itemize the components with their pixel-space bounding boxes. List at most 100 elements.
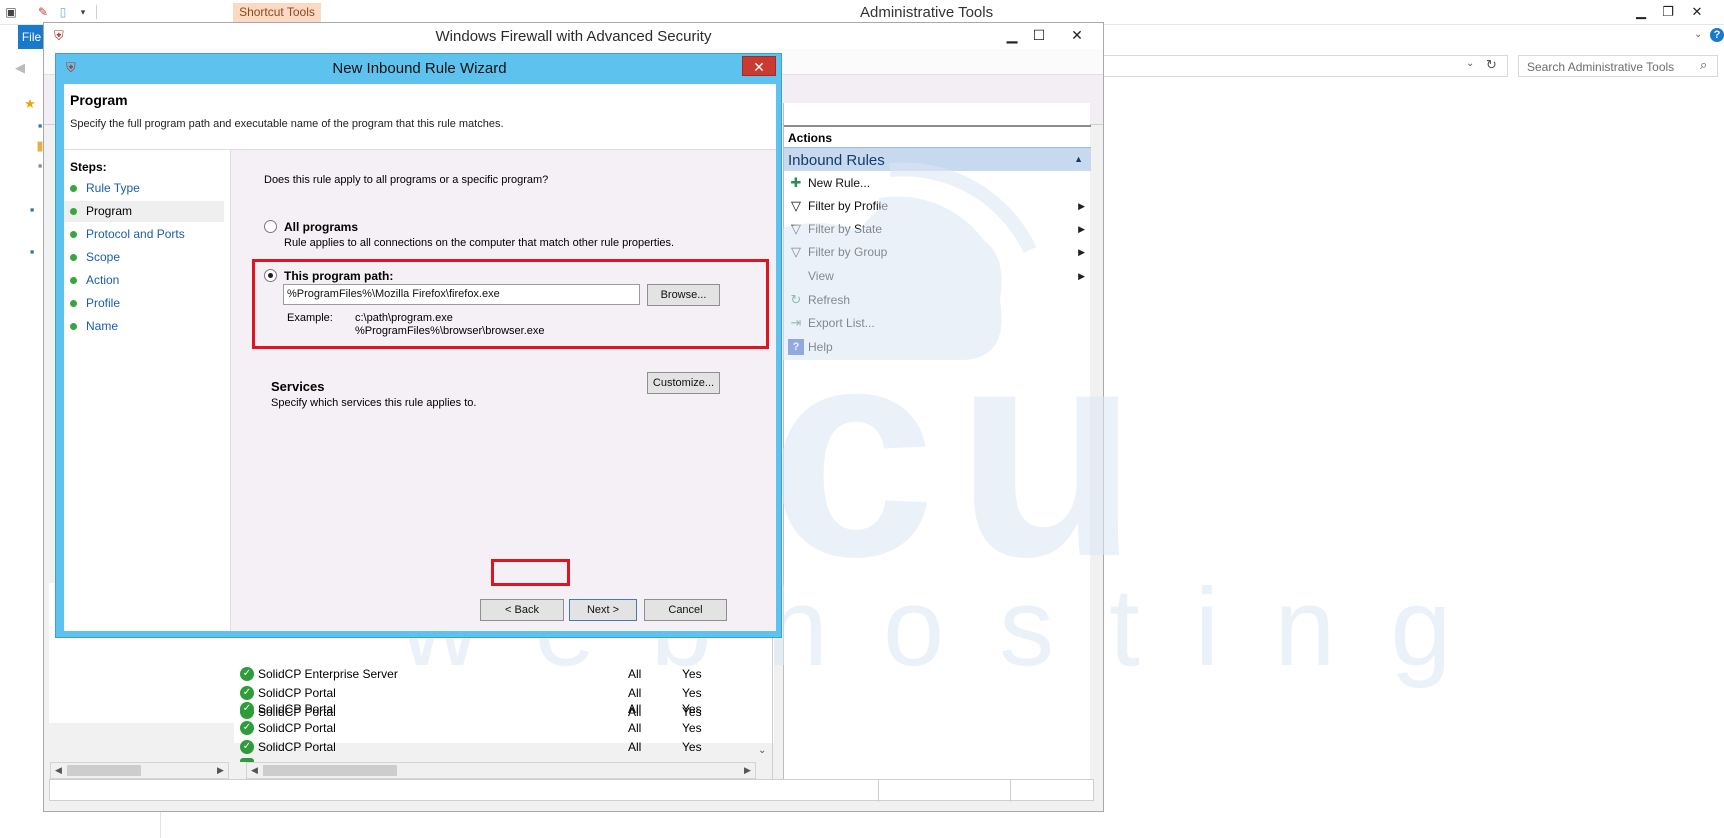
next-button-highlight <box>491 559 570 586</box>
steps-label: Steps: <box>70 160 107 174</box>
step-dot-icon <box>70 208 77 215</box>
cancel-button[interactable]: Cancel <box>644 599 727 621</box>
firewall-minimize-button[interactable]: ▁ <box>999 25 1025 45</box>
help-icon: ? <box>788 339 804 355</box>
program-path-label: This program path: <box>284 269 394 283</box>
scroll-right-icon[interactable]: ▶ <box>740 763 755 778</box>
minimize-button[interactable]: ▁ <box>1628 2 1654 22</box>
enabled-check-icon: ✓ <box>240 740 254 754</box>
firewall-maximize-button[interactable]: ☐ <box>1026 25 1052 45</box>
rule-name: SolidCP Enterprise Server <box>258 667 398 681</box>
new-rule-icon: ✚ <box>790 175 802 190</box>
enabled-check-icon: ✓ <box>240 702 254 716</box>
question-text: Does this rule apply to all programs or … <box>264 174 549 186</box>
back-icon[interactable]: ◀ <box>12 60 28 76</box>
rule-name: SolidCP Portal <box>258 740 336 754</box>
submenu-arrow-icon: ▶ <box>1078 201 1085 211</box>
favorites-star-icon[interactable]: ★ <box>22 96 38 112</box>
table-row[interactable]: ✓ SolidCP Portal All Yes <box>240 719 760 737</box>
table-row[interactable]: ✓ SolidCP Enterprise Server All Yes <box>240 665 760 683</box>
search-icon[interactable]: ⌕ <box>1700 57 1707 73</box>
action-help[interactable]: ? Help <box>784 336 1091 358</box>
submenu-arrow-icon: ▶ <box>1078 271 1085 281</box>
step-label: Action <box>86 273 120 287</box>
action-refresh[interactable]: ↻ Refresh <box>784 289 1091 311</box>
step-name[interactable]: Name <box>64 316 224 337</box>
browse-button[interactable]: Browse... <box>647 284 720 306</box>
step-rule-type[interactable]: Rule Type <box>64 178 224 199</box>
customize-button[interactable]: Customize... <box>647 372 720 394</box>
scroll-right-icon[interactable]: ▶ <box>213 763 228 778</box>
action-export-list[interactable]: ⇥ Export List... <box>784 312 1091 334</box>
rule-profile: All <box>628 740 642 754</box>
refresh-icon[interactable]: ↻ <box>1486 57 1497 73</box>
file-tab[interactable]: File <box>18 25 45 49</box>
step-protocol-and-ports[interactable]: Protocol and Ports <box>64 224 224 245</box>
enabled-check-icon: ✓ <box>240 667 254 681</box>
rule-name: SolidCP Portal <box>258 721 336 735</box>
rule-enabled: Yes <box>682 667 702 681</box>
example-line-2: %ProgramFiles%\browser\browser.exe <box>355 325 545 337</box>
page-description: Specify the full program path and execut… <box>70 118 504 130</box>
customize-chevron-icon[interactable]: ▾ <box>76 5 90 19</box>
wizard-title: New Inbound Rule Wizard <box>332 60 507 77</box>
action-view[interactable]: View ▶ <box>784 265 1091 287</box>
services-heading: Services <box>271 379 325 394</box>
action-label: Filter by State <box>808 222 883 236</box>
collapse-icon[interactable]: ▲ <box>1074 154 1083 164</box>
tree-horizontal-scrollbar[interactable]: ◀ ▶ <box>50 762 229 779</box>
enabled-check-icon: ✓ <box>240 686 254 700</box>
close-button[interactable]: ✕ <box>1684 2 1710 22</box>
computer-icon[interactable]: ▪ <box>24 202 40 218</box>
address-dropdown-icon[interactable]: ⌄ <box>1466 58 1474 69</box>
step-scope[interactable]: Scope <box>64 247 224 268</box>
scroll-down-icon[interactable]: ⌄ <box>758 745 766 756</box>
action-filter-by-state[interactable]: ▽ Filter by State ▶ <box>784 218 1091 240</box>
scroll-left-icon[interactable]: ◀ <box>51 763 66 778</box>
restore-button[interactable]: ❐ <box>1655 2 1681 22</box>
address-bar[interactable] <box>1090 55 1508 77</box>
step-action[interactable]: Action <box>64 270 224 291</box>
scroll-thumb[interactable] <box>67 765 141 776</box>
services-description: Specify which services this rule applies… <box>271 397 477 409</box>
action-filter-by-profile[interactable]: ▽ Filter by Profile ▶ <box>784 195 1091 217</box>
table-row[interactable]: ✓ SolidCP Portal All Yes <box>240 700 760 718</box>
filter-icon: ▽ <box>791 198 801 213</box>
inbound-rules-section[interactable]: Inbound Rules ▲ <box>784 147 1091 171</box>
filter-icon: ▽ <box>791 221 801 236</box>
scroll-left-icon[interactable]: ◀ <box>247 763 262 778</box>
all-programs-radio[interactable] <box>264 220 277 233</box>
step-label: Rule Type <box>86 181 140 195</box>
action-label: Filter by Group <box>808 245 888 259</box>
back-button[interactable]: < Back <box>480 599 564 621</box>
network-icon[interactable]: ▪ <box>24 244 40 260</box>
explorer-divider <box>160 808 161 838</box>
table-row[interactable]: ✓ SolidCP Portal All Yes <box>240 738 760 756</box>
step-label: Scope <box>86 250 121 264</box>
action-label: Export List... <box>808 316 875 330</box>
submenu-arrow-icon: ▶ <box>1078 224 1085 234</box>
program-path-radio[interactable] <box>264 269 277 282</box>
program-path-input[interactable]: %ProgramFiles%\Mozilla Firefox\firefox.e… <box>283 284 640 305</box>
next-button[interactable]: Next > <box>569 599 637 621</box>
step-profile[interactable]: Profile <box>64 293 224 314</box>
search-input[interactable]: Search Administrative Tools <box>1518 55 1718 77</box>
help-icon[interactable]: ? <box>1710 28 1724 42</box>
properties-icon[interactable]: ✎ <box>36 5 50 19</box>
scroll-thumb[interactable] <box>263 765 397 776</box>
action-new-rule[interactable]: ✚ New Rule... <box>784 172 1091 194</box>
shortcut-tools-tab[interactable]: Shortcut Tools <box>233 3 321 22</box>
firewall-close-button[interactable]: ✕ <box>1064 25 1090 45</box>
action-filter-by-group[interactable]: ▽ Filter by Group ▶ <box>784 241 1091 263</box>
step-program[interactable]: Program <box>64 201 224 222</box>
new-folder-icon[interactable]: ▯ <box>56 5 70 19</box>
list-horizontal-scrollbar[interactable]: ◀ ▶ <box>246 762 756 779</box>
rule-profile: All <box>628 721 642 735</box>
rule-enabled: Yes <box>682 721 702 735</box>
firewall-status-bar <box>49 779 1094 802</box>
wizard-close-button[interactable]: ✕ <box>742 56 776 76</box>
rule-name: SolidCP Portal <box>258 702 336 716</box>
rule-profile: All <box>628 702 642 716</box>
expand-ribbon-icon[interactable]: ⌄ <box>1694 29 1702 40</box>
action-label: Refresh <box>808 293 851 307</box>
